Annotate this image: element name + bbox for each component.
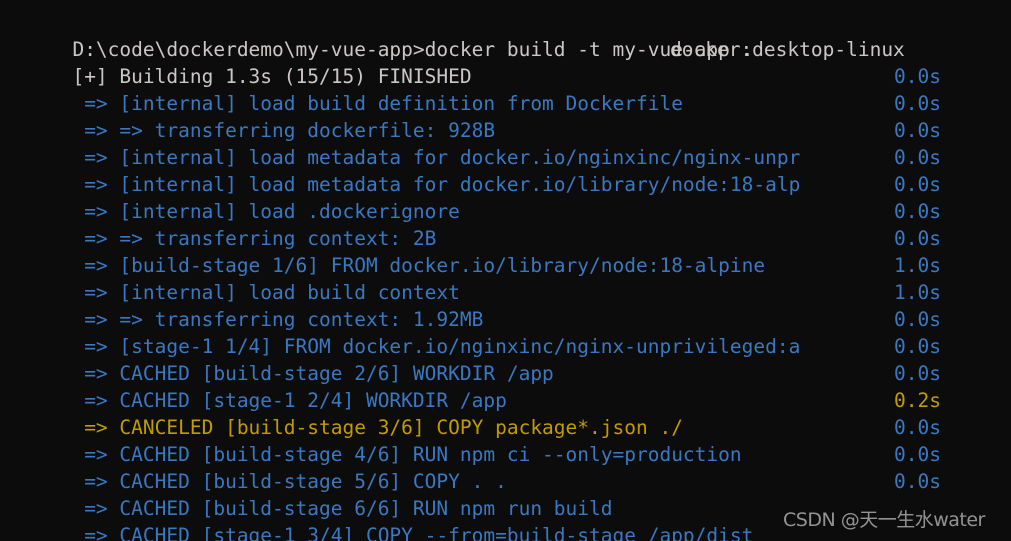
build-step-time: 0.0s	[894, 146, 941, 169]
build-driver-text: docker:desktop-linux	[670, 38, 905, 61]
build-step-row: => => transferring context: 2B 0.0s	[0, 198, 1011, 250]
build-step-time: 0.0s	[894, 119, 941, 142]
build-step-row: => CACHED [build-stage 6/6] RUN npm run …	[0, 468, 1011, 520]
build-step-row: => [internal] load metadata for docker.i…	[0, 144, 1011, 196]
build-step-time: 0.0s	[894, 470, 941, 493]
build-step-row: => [build-stage 1/6] FROM docker.io/libr…	[0, 225, 1011, 277]
build-step-row: => CACHED [build-stage 5/6] COPY . . 0.0…	[0, 441, 1011, 493]
build-step-time: 0.0s	[894, 362, 941, 385]
build-step-time: 0.2s	[894, 389, 941, 412]
build-step-row: => [internal] load .dockerignore 0.0s	[0, 171, 1011, 223]
build-step-time: 0.0s	[894, 308, 941, 331]
build-step-row: => => transferring context: 1.92MB 1.0s	[0, 279, 1011, 331]
build-step-row-canceled: => CANCELED [build-stage 3/6] COPY packa…	[0, 387, 1011, 439]
build-step-time: 0.0s	[894, 173, 941, 196]
build-step-time: 0.0s	[894, 227, 941, 250]
build-step-row: => CACHED [stage-1 3/4] COPY --from=buil…	[0, 495, 1011, 541]
build-step-row: => [internal] load build context 1.0s	[0, 252, 1011, 304]
build-step-row: => => transferring dockerfile: 928B 0.0s	[0, 90, 1011, 142]
build-status-line: [+] Building 1.3s (15/15) FINISHED docker…	[0, 36, 1011, 88]
build-step-row: => CACHED [build-stage 4/6] RUN npm ci -…	[0, 414, 1011, 466]
build-step-time: 0.0s	[894, 65, 941, 88]
build-step-row: => CACHED [build-stage 2/6] WORKDIR /app…	[0, 333, 1011, 385]
build-step-row: => CACHED [stage-1 2/4] WORKDIR /app 0.0…	[0, 360, 1011, 412]
terminal-window[interactable]: D:\code\dockerdemo\my-vue-app>docker bui…	[0, 0, 1011, 541]
build-step-time: 0.0s	[894, 443, 941, 466]
prompt-line: D:\code\dockerdemo\my-vue-app>docker bui…	[0, 9, 1011, 61]
build-step-time: 1.0s	[894, 254, 941, 277]
build-step-time: 0.0s	[894, 335, 941, 358]
terminal-output: D:\code\dockerdemo\my-vue-app>docker bui…	[0, 9, 1011, 541]
build-step-row: => [internal] load metadata for docker.i…	[0, 117, 1011, 169]
build-step-time: 1.0s	[894, 281, 941, 304]
build-step-time: 0.0s	[894, 200, 941, 223]
build-step-row: => [stage-1 1/4] FROM docker.io/nginxinc…	[0, 306, 1011, 358]
build-step-row: => [internal] load build definition from…	[0, 63, 1011, 115]
build-step-time: 0.0s	[894, 416, 941, 439]
build-step-time: 0.0s	[894, 92, 941, 115]
build-step-row-error: => ERROR [stage-1 4/4] COPY /nginx.conf …	[0, 522, 1011, 541]
